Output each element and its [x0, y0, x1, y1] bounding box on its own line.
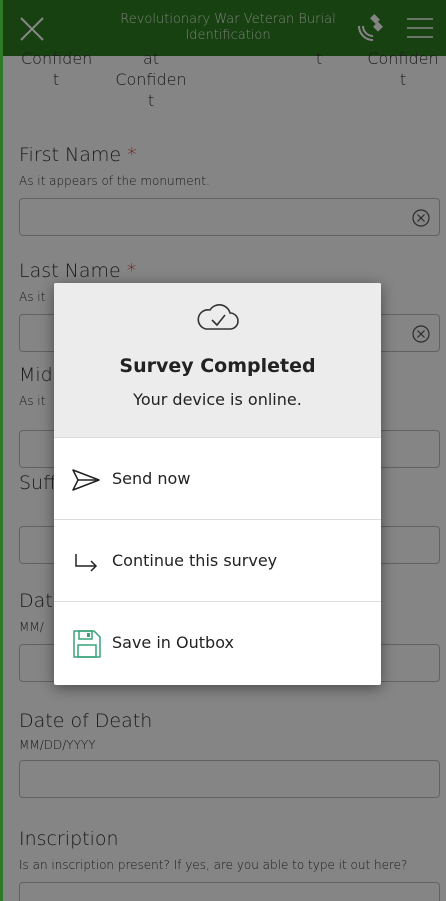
send-icon [72, 469, 100, 491]
survey-completed-dialog: Survey Completed Your device is online. … [54, 283, 381, 685]
save-outbox-option[interactable]: Save in Outbox [54, 601, 381, 683]
continue-arrow-icon [75, 554, 98, 572]
send-now-label: Send now [112, 469, 191, 488]
dialog-subtitle: Your device is online. [133, 390, 302, 409]
save-outbox-label: Save in Outbox [112, 633, 234, 652]
cloud-check-icon [197, 304, 239, 330]
continue-survey-label: Continue this survey [112, 551, 278, 570]
dialog-header: Survey Completed Your device is online. [54, 283, 381, 437]
app-frame: Revolutionary War Veteran Burial Identif… [0, 0, 446, 901]
dialog-title: Survey Completed [119, 355, 316, 377]
continue-survey-option[interactable]: Continue this survey [54, 519, 381, 601]
save-floppy-icon [73, 630, 101, 658]
send-now-option[interactable]: Send now [54, 437, 381, 519]
